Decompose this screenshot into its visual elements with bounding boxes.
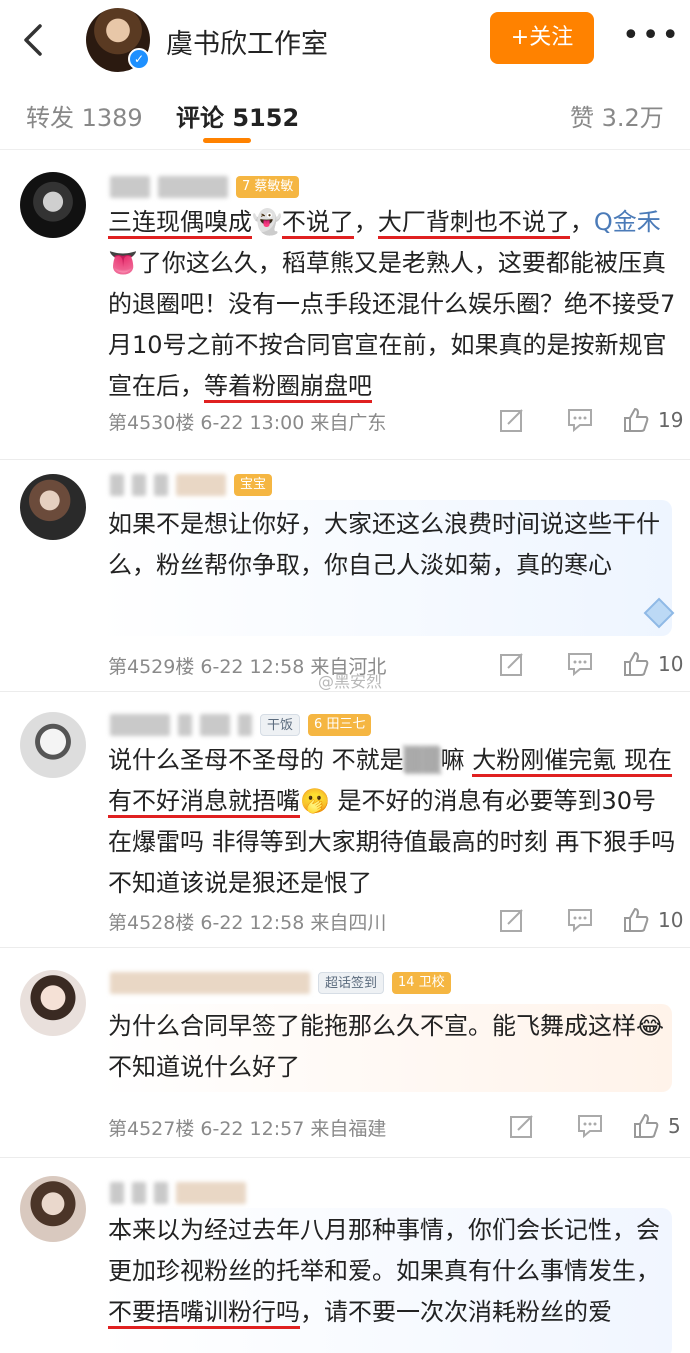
like-count: 19 [658, 408, 684, 432]
comment-text: 如果不是想让你好，大家还这么浪费时间说这些干什么，粉丝帮你争取，你自己人淡如菊，… [108, 510, 660, 579]
commenter-name[interactable]: 超话签到 14 卫校 [110, 970, 451, 996]
commenter-name[interactable]: 宝宝 [110, 472, 273, 498]
tab-repost[interactable]: 转发 1389 [26, 98, 143, 133]
share-icon[interactable] [498, 906, 526, 934]
topic-link[interactable]: Q金禾 [594, 208, 661, 236]
checkin-badge: 超话签到 [318, 972, 385, 994]
diamond-decoration-icon [643, 597, 675, 629]
share-icon[interactable] [508, 1112, 536, 1140]
comment-meta: 第4527楼 6-22 12:57 来自福建 [108, 1118, 387, 1140]
comment-actions: 10 [470, 650, 690, 680]
account-name[interactable]: 虞书欣工作室 [166, 22, 328, 61]
commenter-avatar[interactable] [20, 474, 86, 540]
share-icon[interactable] [498, 650, 526, 678]
comment-item: 本来以为经过去年八月那种事情，你们会长记性，会更加珍视粉丝的托举和爱。如果真有什… [0, 1158, 690, 1353]
comment-item: 干饭 6 田三七 说什么圣母不圣母的 不就是▒▒嘛 大粉刚催完氪 现在有不好消息… [0, 692, 690, 948]
more-options-icon[interactable]: ••• [622, 18, 679, 58]
fan-badge: 7 蔡敏敏 [236, 176, 300, 198]
reply-icon[interactable] [566, 906, 594, 934]
comment-text: 三连现偶嗅成👻不说了，大厂背刺也不说了，Q金禾 👅了你这么久，稻草熊又是老熟人，… [108, 202, 678, 407]
reply-icon[interactable] [566, 650, 594, 678]
fan-badge: 14 卫校 [392, 972, 451, 994]
commenter-avatar[interactable] [20, 1176, 86, 1242]
active-tab-indicator [203, 138, 251, 143]
follow-button[interactable]: +关注 [490, 12, 594, 64]
like-icon[interactable] [622, 906, 650, 934]
comment-meta: 第4530楼 6-22 13:00 来自广东 [108, 412, 387, 434]
like-count: 10 [658, 652, 684, 676]
commenter-avatar[interactable] [20, 172, 86, 238]
fan-badge: 6 田三七 [308, 714, 372, 736]
comment-text: 为什么合同早签了能拖那么久不宣。能飞舞成这样😂不知道说什么好了 [108, 1012, 665, 1081]
commenter-avatar[interactable] [20, 712, 86, 778]
share-icon[interactable] [498, 406, 526, 434]
verified-badge-icon: ✓ [128, 48, 150, 70]
comment-meta: 第4528楼 6-22 12:58 来自四川 [108, 912, 387, 934]
comment-text: 本来以为经过去年八月那种事情，你们会长记性，会更加珍视粉丝的托举和爱。如果真有什… [108, 1210, 678, 1333]
comment-text: 说什么圣母不圣母的 不就是▒▒嘛 大粉刚催完氪 现在有不好消息就捂嘴🫢 是不好的… [108, 746, 676, 897]
reply-icon[interactable] [576, 1112, 604, 1140]
tab-bar: 转发 1389 评论 5152 赞 3.2万 [0, 80, 690, 150]
comment-item: 宝宝 如果不是想让你好，大家还这么浪费时间说这些干什么，粉丝帮你争取，你自己人淡… [0, 460, 690, 692]
commenter-name[interactable] [110, 1180, 246, 1206]
like-count: 10 [658, 908, 684, 932]
tab-like[interactable]: 赞 3.2万 [570, 98, 664, 133]
fan-badge: 宝宝 [234, 474, 273, 496]
title-badge: 干饭 [260, 714, 301, 736]
header-bar: ✓ 虞书欣工作室 +关注 ••• [0, 0, 690, 80]
reply-icon[interactable] [566, 406, 594, 434]
watermark: @黑安烈 [318, 672, 383, 691]
like-icon[interactable] [622, 406, 650, 434]
like-icon[interactable] [632, 1112, 660, 1140]
comment-item: 7 蔡敏敏 三连现偶嗅成👻不说了，大厂背刺也不说了，Q金禾 👅了你这么久，稻草熊… [0, 150, 690, 460]
like-icon[interactable] [622, 650, 650, 678]
commenter-name[interactable]: 7 蔡敏敏 [110, 174, 300, 200]
comment-actions: 5 [470, 1112, 690, 1142]
comment-item: 超话签到 14 卫校 为什么合同早签了能拖那么久不宣。能飞舞成这样😂不知道说什么… [0, 948, 690, 1158]
back-arrow-icon[interactable] [18, 20, 50, 60]
comment-actions: 19 [470, 406, 690, 436]
comment-actions: 10 [470, 906, 690, 936]
commenter-name[interactable]: 干饭 6 田三七 [110, 712, 372, 738]
commenter-avatar[interactable] [20, 970, 86, 1036]
tab-comment[interactable]: 评论 5152 [176, 98, 299, 133]
like-count: 5 [668, 1114, 681, 1138]
